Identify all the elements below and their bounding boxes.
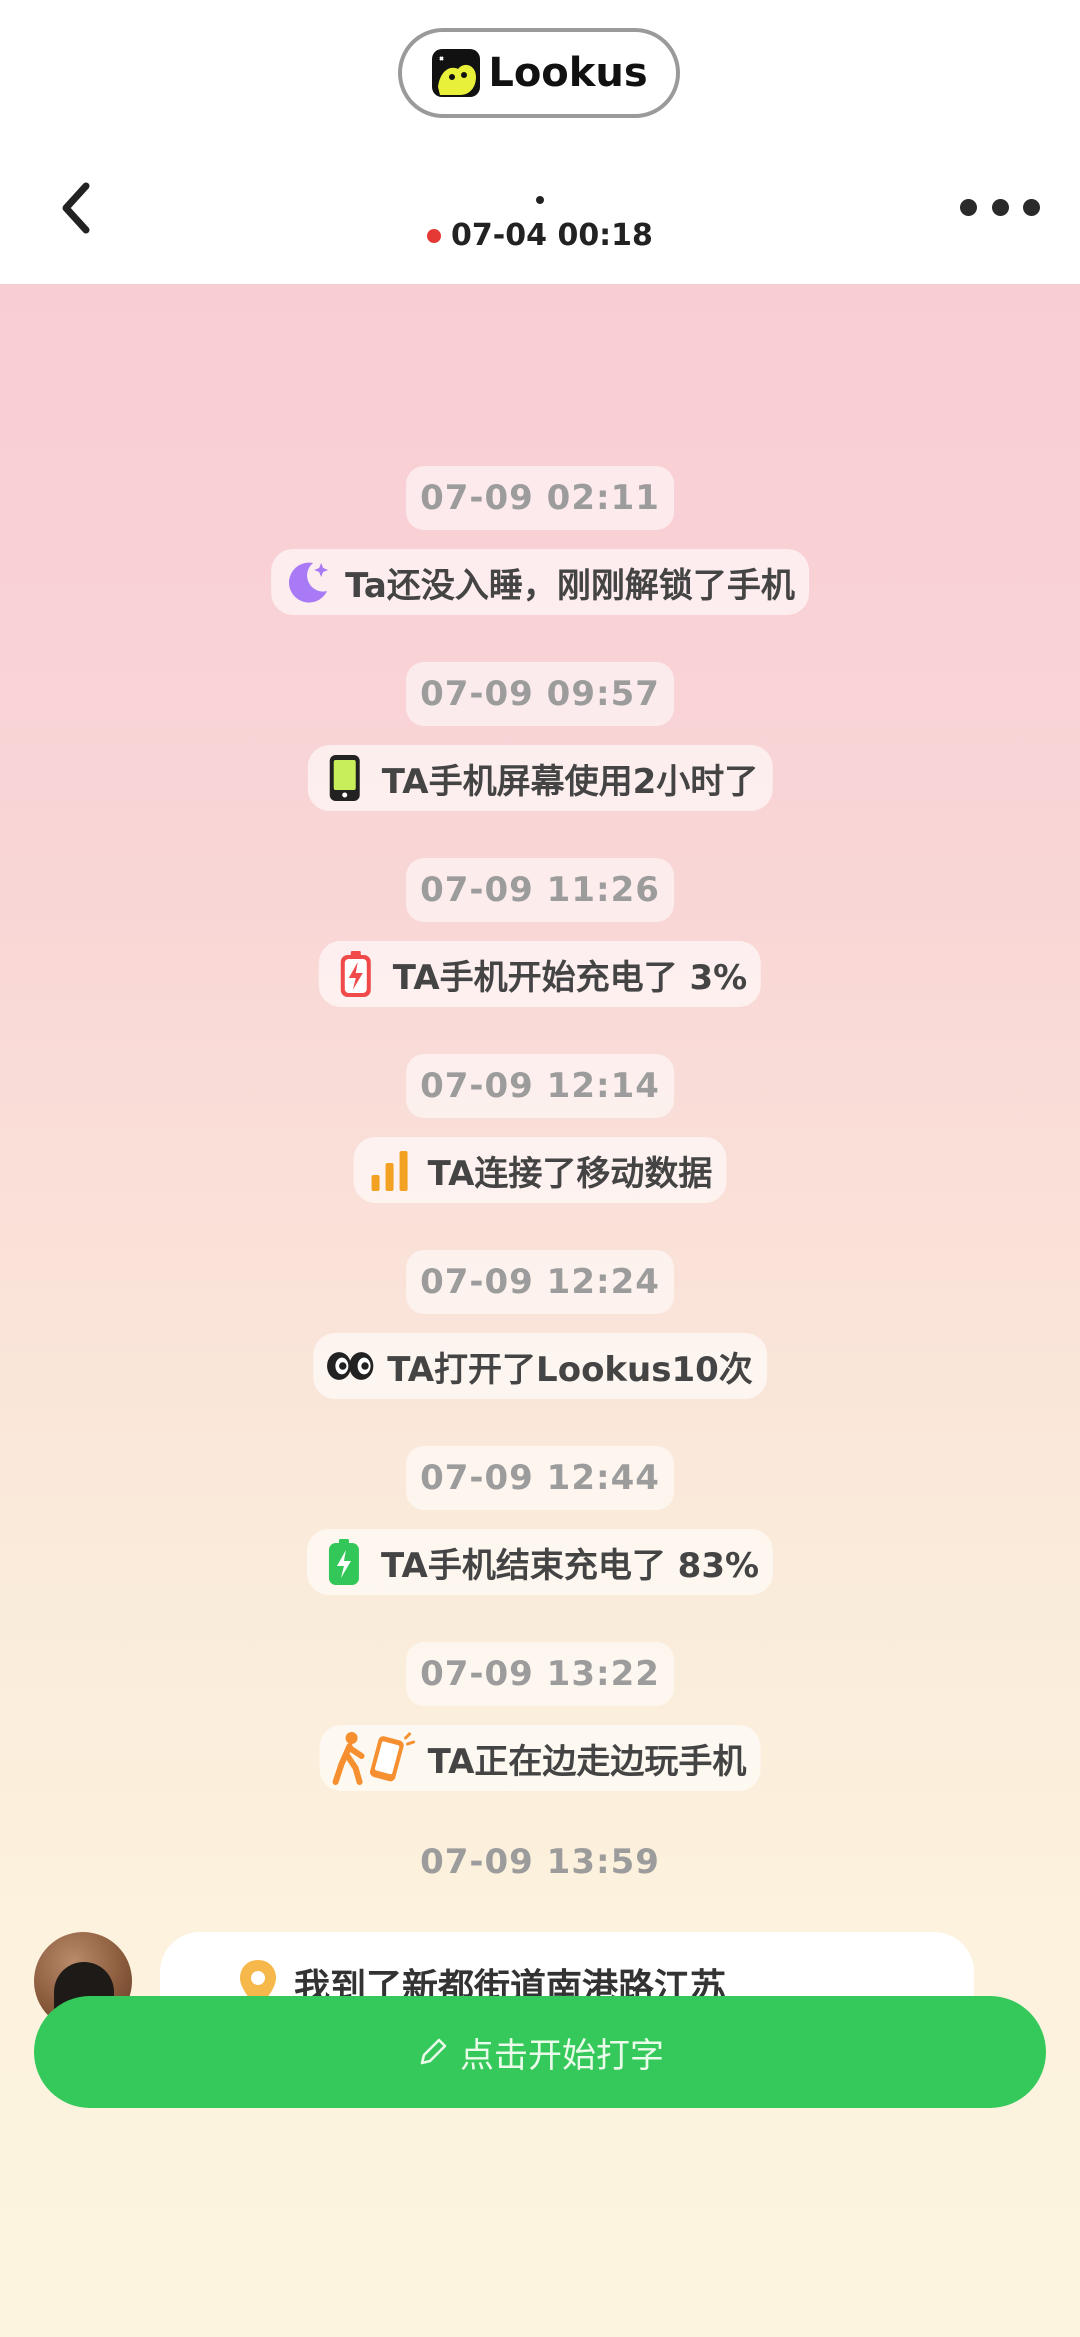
center-dot <box>536 196 544 204</box>
lookus-logo-icon <box>430 47 482 99</box>
activity-text: Ta还没入睡，刚刚解锁了手机 <box>345 565 795 606</box>
more-options-button[interactable] <box>960 192 1040 222</box>
activity-text: TA打开了Lookus10次 <box>387 1349 753 1390</box>
start-typing-button[interactable]: 点击开始打字 <box>34 1996 1046 2108</box>
timestamp: 07-09 13:59 <box>420 1842 660 1882</box>
activity-text: TA正在边走边玩手机 <box>427 1741 747 1782</box>
timestamp: 07-09 12:24 <box>406 1250 674 1314</box>
timestamp: 07-09 11:26 <box>406 858 674 922</box>
activity-text: TA手机屏幕使用2小时了 <box>381 761 759 802</box>
last-active-status: 07-04 00:18 <box>0 218 1080 253</box>
activity-item: TA手机屏幕使用2小时了 <box>307 745 773 811</box>
timestamp: 07-09 02:11 <box>406 466 674 530</box>
app-logo-pill: Lookus <box>398 28 680 118</box>
activity-text: TA手机开始充电了 3% <box>392 957 748 998</box>
activity-item: TA正在边走边玩手机 <box>319 1725 761 1791</box>
timestamp: 07-09 09:57 <box>406 662 674 726</box>
timestamp: 07-09 12:14 <box>406 1054 674 1118</box>
battery-full-charging-icon <box>319 1537 369 1587</box>
timestamp: 07-09 13:22 <box>406 1642 674 1706</box>
activity-item: TA手机开始充电了 3% <box>318 941 762 1007</box>
more-dot-icon <box>1023 198 1040 216</box>
timestamp: 07-09 12:44 <box>406 1446 674 1510</box>
start-typing-label: 点击开始打字 <box>460 2035 664 2076</box>
activity-item: TA连接了移动数据 <box>353 1137 727 1203</box>
more-dot-icon <box>991 198 1009 216</box>
activity-item: Ta还没入睡，刚刚解锁了手机 <box>271 549 809 615</box>
status-dot <box>427 228 442 243</box>
signal-bars-icon <box>366 1145 416 1195</box>
more-dot-icon <box>960 198 977 216</box>
moon-icon <box>283 557 333 607</box>
phone-screen-icon <box>320 753 370 803</box>
battery-low-charging-icon <box>331 949 381 999</box>
activity-item: TA打开了Lookus10次 <box>313 1333 767 1399</box>
pencil-icon <box>420 2038 447 2065</box>
app-name: Lookus <box>488 50 648 96</box>
activity-text: TA手机结束充电了 83% <box>380 1545 760 1586</box>
last-active-time: 07-04 00:18 <box>451 218 653 253</box>
activity-item: TA手机结束充电了 83% <box>306 1529 774 1595</box>
walking-phone-icon <box>332 1732 416 1785</box>
eyes-icon <box>325 1341 375 1391</box>
chat-header: 07-04 00:18 <box>0 150 1080 284</box>
activity-text: TA连接了移动数据 <box>427 1153 713 1194</box>
